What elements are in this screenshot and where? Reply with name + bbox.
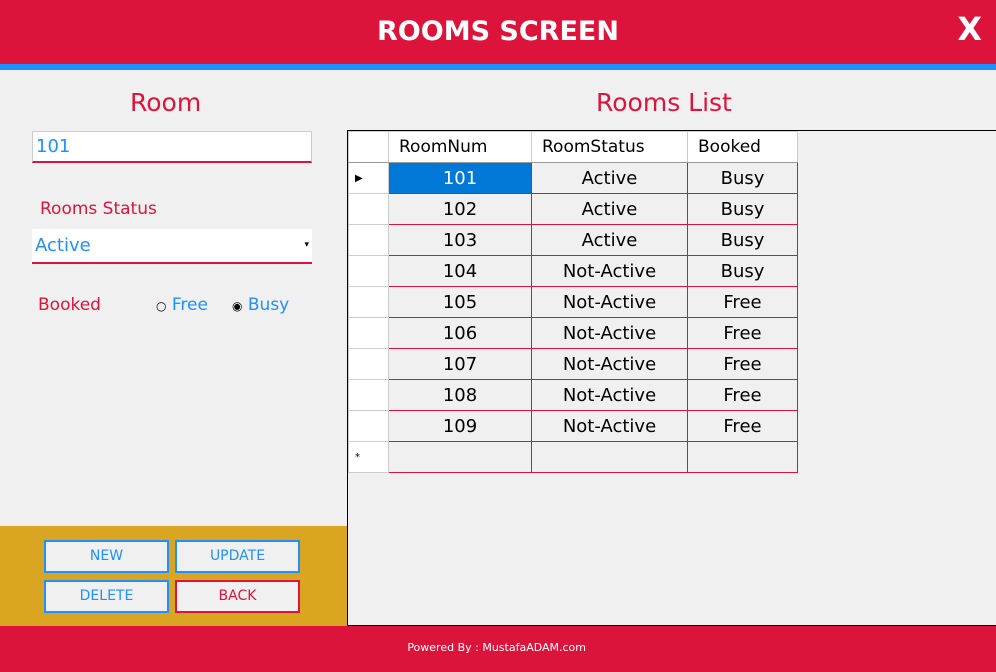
table-cell[interactable]: Not-Active <box>531 317 688 349</box>
new-row[interactable]: * <box>348 441 798 473</box>
title-bar: ROOMS SCREEN X <box>0 0 996 64</box>
row-header[interactable] <box>348 193 389 225</box>
table-cell[interactable]: Busy <box>687 255 798 287</box>
radio-unchecked-icon: ○ <box>156 299 167 313</box>
room-number-input[interactable]: 101 <box>32 131 312 163</box>
rooms-status-select[interactable]: Active ▾ <box>32 229 312 264</box>
table-cell[interactable]: Not-Active <box>531 379 688 411</box>
corner-header <box>348 131 389 163</box>
rooms-status-value: Active <box>35 235 91 256</box>
radio-busy[interactable]: ◉ Busy <box>232 295 289 315</box>
row-header[interactable] <box>348 379 389 411</box>
back-button[interactable]: BACK <box>175 580 300 613</box>
table-cell[interactable]: Not-Active <box>531 410 688 442</box>
table-cell[interactable]: Busy <box>687 224 798 256</box>
table-row[interactable]: ▶ 101 Active Busy <box>348 162 798 194</box>
table-row[interactable]: 104 Not-Active Busy <box>348 255 798 287</box>
table-cell[interactable]: Free <box>687 317 798 349</box>
radio-free-label: Free <box>171 295 208 315</box>
table-cell[interactable]: Not-Active <box>531 286 688 318</box>
table-row[interactable]: 106 Not-Active Free <box>348 317 798 349</box>
table-cell[interactable]: Free <box>687 379 798 411</box>
radio-busy-label: Busy <box>247 295 290 315</box>
table-cell[interactable]: 107 <box>388 348 532 380</box>
table-cell[interactable] <box>388 441 532 473</box>
footer: Powered By : MustafaADAM.com <box>0 626 996 672</box>
dropdown-arrow-icon[interactable]: ▾ <box>304 229 309 262</box>
row-header[interactable] <box>348 348 389 380</box>
row-header[interactable] <box>348 255 389 287</box>
table-cell[interactable]: Free <box>687 286 798 318</box>
row-header[interactable] <box>348 224 389 256</box>
table-cell[interactable]: Active <box>531 193 688 225</box>
rooms-status-label: Rooms Status <box>40 199 157 219</box>
row-header[interactable]: ▶ <box>348 162 389 194</box>
table-cell[interactable]: Active <box>531 224 688 256</box>
update-button[interactable]: UPDATE <box>175 540 300 573</box>
close-icon[interactable]: X <box>957 10 982 48</box>
new-row-icon: * <box>348 441 389 473</box>
table-cell[interactable]: Active <box>531 162 688 194</box>
new-button[interactable]: NEW <box>44 540 169 573</box>
table-cell[interactable]: 102 <box>388 193 532 225</box>
window-title: ROOMS SCREEN <box>377 16 619 47</box>
table-cell[interactable]: Busy <box>687 193 798 225</box>
table-cell[interactable]: Busy <box>687 162 798 194</box>
table-cell[interactable]: 101 <box>388 162 532 194</box>
radio-checked-icon: ◉ <box>232 299 243 313</box>
table-cell[interactable]: 103 <box>388 224 532 256</box>
delete-button[interactable]: DELETE <box>44 580 169 613</box>
rooms-list-title: Rooms List <box>596 88 732 117</box>
table-cell[interactable]: Free <box>687 348 798 380</box>
column-header[interactable]: Booked <box>687 131 798 163</box>
table-row[interactable]: 107 Not-Active Free <box>348 348 798 380</box>
table-cell[interactable]: 105 <box>388 286 532 318</box>
radio-free[interactable]: ○ Free <box>156 295 208 315</box>
footer-credit: Powered By : MustafaADAM.com <box>407 641 586 654</box>
table-cell[interactable]: Not-Active <box>531 348 688 380</box>
table-cell[interactable]: Free <box>687 410 798 442</box>
table-cell[interactable] <box>531 441 688 473</box>
booked-label: Booked <box>38 295 101 315</box>
rooms-grid[interactable]: RoomNum RoomStatus Booked ▶ 101 Active Busy… <box>347 130 996 626</box>
current-row-icon: ▶ <box>355 172 363 184</box>
column-header[interactable]: RoomNum <box>388 131 532 163</box>
row-header[interactable] <box>348 410 389 442</box>
table-cell[interactable]: 109 <box>388 410 532 442</box>
row-header[interactable] <box>348 286 389 318</box>
column-header[interactable]: RoomStatus <box>531 131 688 163</box>
row-header[interactable] <box>348 317 389 349</box>
button-panel: NEW UPDATE DELETE BACK <box>0 526 347 626</box>
table-cell[interactable]: 108 <box>388 379 532 411</box>
table-cell[interactable] <box>687 441 798 473</box>
table-row[interactable]: 105 Not-Active Free <box>348 286 798 318</box>
table-row[interactable]: 103 Active Busy <box>348 224 798 256</box>
room-section-title: Room <box>130 88 202 117</box>
table-cell[interactable]: Not-Active <box>531 255 688 287</box>
table-row[interactable]: 108 Not-Active Free <box>348 379 798 411</box>
table-cell[interactable]: 106 <box>388 317 532 349</box>
table-cell[interactable]: 104 <box>388 255 532 287</box>
accent-strip <box>0 64 996 70</box>
table-row[interactable]: 102 Active Busy <box>348 193 798 225</box>
table-row[interactable]: 109 Not-Active Free <box>348 410 798 442</box>
